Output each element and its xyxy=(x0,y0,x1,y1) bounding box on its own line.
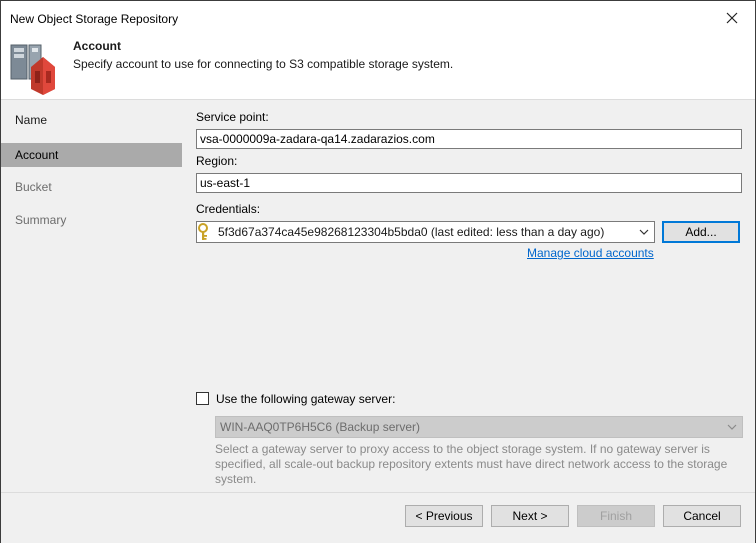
chevron-down-icon xyxy=(639,229,649,235)
wizard-content: Service point: vsa-0000009a-zadara-qa14.… xyxy=(182,99,755,493)
close-icon xyxy=(726,12,738,24)
gateway-hint-text: Select a gateway server to proxy access … xyxy=(215,442,728,486)
key-icon xyxy=(198,223,208,240)
previous-button[interactable]: < Previous xyxy=(405,505,483,527)
next-button[interactable]: Next > xyxy=(491,505,569,527)
close-button[interactable] xyxy=(709,1,755,35)
wizard-header: Account Specify account to use for conne… xyxy=(1,35,755,99)
title-bar: New Object Storage Repository xyxy=(1,1,755,35)
chevron-down-icon xyxy=(727,424,737,430)
manage-cloud-accounts-link[interactable]: Manage cloud accounts xyxy=(527,246,654,260)
page-title: Account xyxy=(73,39,121,53)
wizard-footer: < Previous Next > Finish Cancel xyxy=(1,492,755,543)
gateway-checkbox[interactable] xyxy=(196,392,209,405)
add-credentials-button[interactable]: Add... xyxy=(662,221,740,243)
region-label: Region: xyxy=(196,154,238,168)
credentials-value: 5f3d67a374ca45e98268123304b5bda0 (last e… xyxy=(218,225,605,239)
step-account[interactable]: Account xyxy=(1,143,182,167)
credentials-label: Credentials: xyxy=(196,202,261,216)
cancel-button[interactable]: Cancel xyxy=(663,505,741,527)
gateway-server-value: WIN-AAQ0TP6H5C6 (Backup server) xyxy=(220,420,421,434)
storage-repository-icon xyxy=(10,44,55,95)
gateway-checkbox-label[interactable]: Use the following gateway server: xyxy=(216,392,395,406)
finish-button: Finish xyxy=(577,505,655,527)
window-title: New Object Storage Repository xyxy=(10,12,179,26)
dialog-window: New Object Storage Repository Account Sp… xyxy=(0,0,756,543)
step-name[interactable]: Name xyxy=(1,108,182,132)
step-summary: Summary xyxy=(15,213,67,227)
wizard-steps-sidebar: Name Account Bucket Summary xyxy=(1,99,182,493)
page-subtitle: Specify account to use for connecting to… xyxy=(73,57,454,71)
service-point-input[interactable]: vsa-0000009a-zadara-qa14.zadarazios.com xyxy=(196,129,742,149)
gateway-server-dropdown: WIN-AAQ0TP6H5C6 (Backup server) xyxy=(215,416,743,438)
step-bucket: Bucket xyxy=(15,180,52,194)
credentials-dropdown[interactable]: 5f3d67a374ca45e98268123304b5bda0 (last e… xyxy=(196,221,655,243)
region-input[interactable]: us-east-1 xyxy=(196,173,742,193)
service-point-label: Service point: xyxy=(196,110,269,124)
